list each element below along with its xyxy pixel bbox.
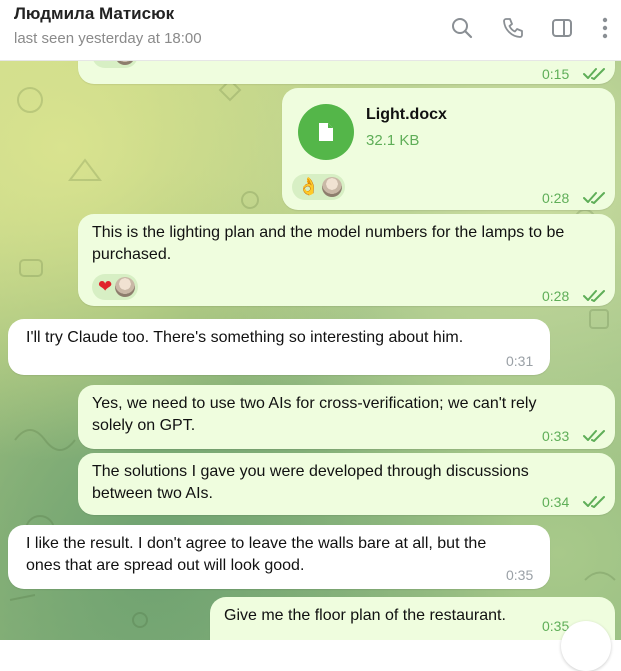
message-text: This is the lighting plan and the model … [92, 224, 565, 263]
reactions-row: 👌 [292, 174, 346, 200]
heart-reaction-icon: ❤ [98, 60, 112, 68]
message-text: Yes, we need to use two AIs for cross-ve… [92, 395, 537, 434]
ok-hand-reaction-icon: 👌 [298, 177, 320, 196]
double-check-icon [583, 496, 605, 508]
message-bubble[interactable]: This is the lighting plan and the model … [78, 214, 615, 306]
message-bubble[interactable]: Yes, we need to use two AIs for cross-ve… [78, 385, 615, 449]
message-bubble[interactable]: I'll try Claude too. There's something s… [8, 319, 550, 375]
reactor-avatar [322, 177, 343, 197]
document-icon[interactable] [298, 104, 354, 160]
double-check-icon [583, 290, 605, 302]
chat-background[interactable]: ❤ 0:15 Light.docx 32.1 KB 👌 0:28 This is… [0, 60, 621, 640]
double-check-icon [583, 430, 605, 442]
reaction-pill[interactable]: 👌 [292, 174, 346, 200]
message-time: 0:35 [506, 567, 534, 583]
chat-header: Людмила Матисюк last seen yesterday at 1… [0, 0, 621, 61]
double-check-icon [583, 192, 605, 204]
message-time: 0:28 [542, 288, 570, 304]
message-text: Give me the floor plan of the restaurant… [224, 607, 506, 624]
reactor-avatar [115, 277, 136, 297]
message-time: 0:33 [542, 428, 570, 444]
double-check-icon [583, 68, 605, 80]
heart-reaction-icon: ❤ [98, 277, 113, 296]
message-bubble[interactable]: ❤ 0:15 [78, 60, 615, 84]
message-time: 0:31 [506, 353, 534, 369]
phone-icon[interactable] [499, 14, 527, 42]
message-time: 0:28 [542, 190, 570, 206]
reaction-pill[interactable]: ❤ [92, 60, 139, 68]
reaction-pill[interactable]: ❤ [92, 274, 139, 300]
message-bubble[interactable]: I like the result. I don't agree to leav… [8, 525, 550, 589]
contact-name[interactable]: Людмила Матисюк [14, 4, 174, 24]
message-time: 0:15 [542, 66, 570, 82]
message-bubble[interactable]: Give me the floor plan of the restaurant… [210, 597, 615, 640]
scroll-down-button[interactable] [561, 621, 611, 671]
file-message-bubble[interactable]: Light.docx 32.1 KB 👌 0:28 [282, 88, 615, 210]
sidebar-toggle-icon[interactable] [548, 14, 576, 42]
message-text: I like the result. I don't agree to leav… [26, 535, 487, 574]
message-text: The solutions I gave you were developed … [92, 463, 529, 502]
reactions-row: ❤ [92, 274, 139, 300]
last-seen-status: last seen yesterday at 18:00 [14, 30, 202, 47]
search-icon[interactable] [448, 14, 476, 42]
more-vertical-icon[interactable] [591, 14, 619, 42]
message-bubble[interactable]: The solutions I gave you were developed … [78, 453, 615, 515]
message-text: I'll try Claude too. There's something s… [26, 329, 464, 346]
file-size: 32.1 KB [366, 132, 420, 149]
file-name[interactable]: Light.docx [366, 104, 447, 126]
message-time: 0:34 [542, 494, 570, 510]
reactions-row: ❤ [92, 60, 139, 68]
